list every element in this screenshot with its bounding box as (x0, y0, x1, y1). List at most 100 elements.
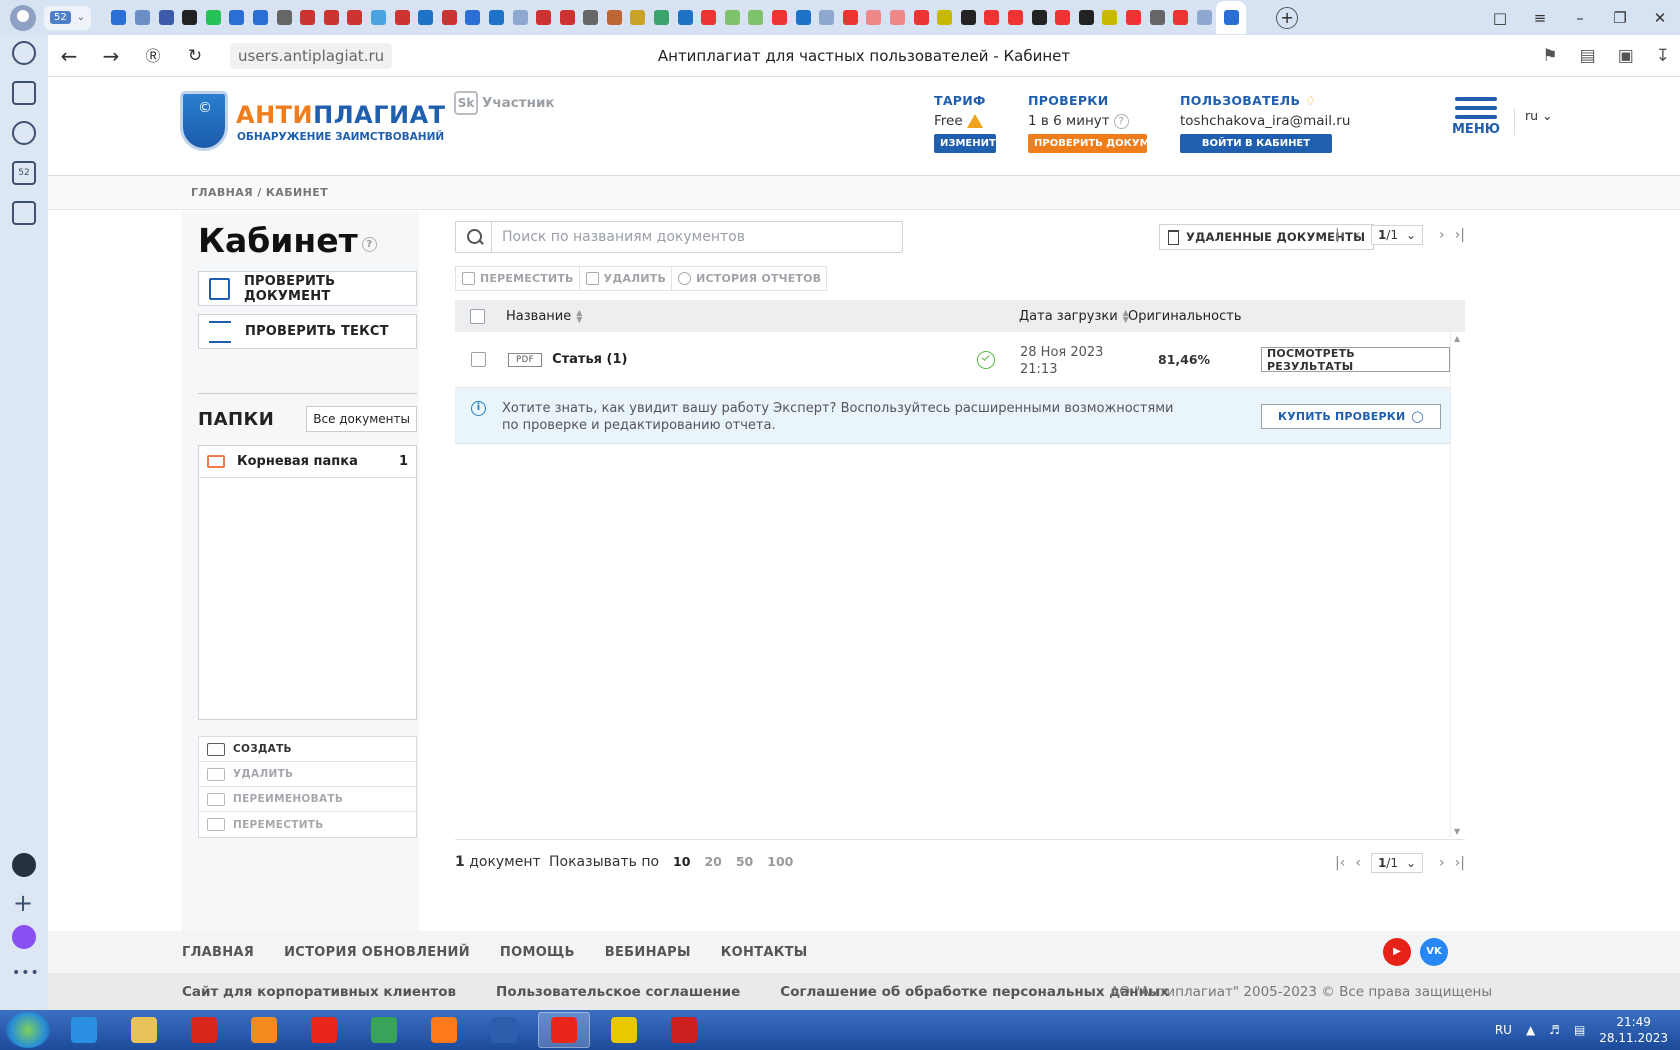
prev-page-icon[interactable]: ‹ (1355, 855, 1361, 871)
skolkovo-badge[interactable]: Sk Участник (454, 91, 555, 115)
tab-favicon-icon[interactable] (1173, 10, 1189, 25)
select-all-checkbox[interactable] (470, 308, 485, 324)
collections-icon[interactable]: □ (1480, 9, 1520, 27)
forward-icon[interactable]: → (90, 44, 132, 68)
delete-folder-button[interactable]: УДАЛИТЬ (199, 762, 416, 787)
tab-favicon-icon[interactable] (512, 10, 528, 25)
tab-favicon-icon[interactable] (441, 10, 457, 25)
tab-favicon-icon[interactable] (819, 10, 835, 25)
view-results-button[interactable]: ПОСМОТРЕТЬ РЕЗУЛЬТАТЫ (1261, 347, 1450, 373)
buy-checks-button[interactable]: КУПИТЬ ПРОВЕРКИ ◯ (1261, 404, 1441, 429)
tab-favicon-icon[interactable] (866, 10, 882, 25)
column-date[interactable]: Дата загрузки ▲ ▼ (1019, 309, 1129, 324)
footer-link[interactable]: ВЕБИНАРЫ (605, 945, 691, 960)
more-icon[interactable]: ••• (12, 965, 40, 981)
help-icon[interactable]: ? (1113, 113, 1129, 129)
footer-legal-link[interactable]: Пользовательское соглашение (496, 984, 740, 1000)
new-tab-icon[interactable]: + (1276, 6, 1299, 29)
tab-favicon-icon[interactable] (1102, 10, 1118, 25)
tab-favicon-icon[interactable] (583, 10, 599, 25)
folder-item[interactable]: Корневая папка 1 (199, 446, 416, 478)
video-icon[interactable] (12, 121, 36, 145)
tab-favicon-icon[interactable] (300, 10, 316, 25)
youtube-icon[interactable]: ▶ (1383, 938, 1411, 966)
tab-favicon-icon[interactable] (158, 10, 174, 25)
tab-favicon-icon[interactable] (229, 10, 245, 25)
tab-favicon-icon[interactable] (536, 10, 552, 25)
tab-favicon-icon[interactable] (1125, 10, 1141, 25)
close-window-icon[interactable]: ✕ (1640, 9, 1680, 27)
tab-favicon-icon[interactable] (135, 10, 151, 25)
tab-favicon-icon[interactable] (937, 10, 953, 25)
tab-favicon-icon[interactable] (1055, 10, 1071, 25)
tab-favicon-icon[interactable] (1007, 10, 1023, 25)
bookmark-icon[interactable]: ⚑ (1542, 46, 1557, 66)
tab-favicon-icon[interactable] (1078, 10, 1094, 25)
tab-favicon-icon[interactable] (960, 10, 976, 25)
tab-favicon-icon[interactable] (347, 10, 363, 25)
taskbar-app-icon[interactable] (178, 1012, 230, 1048)
tab-favicon-icon[interactable] (701, 10, 717, 25)
rename-folder-button[interactable]: ПЕРЕИМЕНОВАТЬ (199, 787, 416, 812)
active-tab[interactable] (1216, 1, 1247, 34)
counter-sidebar-icon[interactable]: 52 (12, 161, 36, 185)
tab-favicon-icon[interactable] (465, 10, 481, 25)
minimize-icon[interactable]: – (1560, 9, 1600, 27)
extension-icon[interactable]: ▣ (1618, 46, 1634, 66)
network-icon[interactable]: ▤ (1574, 1023, 1585, 1037)
taskbar-app-icon[interactable] (118, 1012, 170, 1048)
start-button[interactable] (6, 1012, 50, 1048)
search-input[interactable] (492, 229, 892, 245)
tab-favicon-icon[interactable] (654, 10, 670, 25)
table-row[interactable]: PDF Статья (1) 28 Ноя 2023 21:13 81,46% П… (455, 332, 1450, 388)
page-size-option[interactable]: 20 (704, 854, 721, 870)
footer-link[interactable]: ПОМОЩЬ (500, 945, 575, 960)
tab-favicon-icon[interactable] (182, 10, 198, 25)
footer-link[interactable]: ГЛАВНАЯ (182, 945, 254, 960)
delete-document-button[interactable]: УДАЛИТЬ (580, 267, 673, 290)
menu-icon[interactable]: ≡ (1520, 9, 1560, 27)
tab-favicon-icon[interactable] (606, 10, 622, 25)
taskbar-app-icon[interactable] (358, 1012, 410, 1048)
report-history-button[interactable]: ИСТОРИЯ ОТЧЕТОВ (672, 267, 826, 290)
taskbar-app-icon[interactable] (298, 1012, 350, 1048)
tab-favicon-icon[interactable] (890, 10, 906, 25)
menu-button[interactable]: МЕНЮ (1452, 97, 1500, 137)
search-icon[interactable] (456, 222, 492, 252)
tab-favicon-icon[interactable] (724, 10, 740, 25)
tab-favicon-icon[interactable] (677, 10, 693, 25)
yandex-icon[interactable]: Ⓡ (132, 45, 174, 66)
reload-icon[interactable]: ↻ (174, 46, 216, 66)
page-select[interactable]: 1/1 ⌄ (1370, 853, 1424, 873)
page-size-option[interactable]: 100 (767, 854, 793, 870)
screenshot-icon[interactable] (12, 201, 36, 225)
row-checkbox[interactable] (471, 352, 486, 367)
column-name[interactable]: Название ▲ ▼ (506, 309, 582, 324)
help-icon[interactable]: ? (361, 237, 377, 252)
tab-counter[interactable]: 52 ⌄ (44, 5, 92, 30)
restore-icon[interactable]: ❐ (1600, 9, 1640, 27)
tab-favicon-icon[interactable] (1031, 10, 1047, 25)
page-size-option[interactable]: 10 (673, 854, 690, 870)
move-folder-button[interactable]: ПЕРЕМЕСТИТЬ (199, 812, 416, 837)
tab-favicon-icon[interactable] (370, 10, 386, 25)
download-icon[interactable]: ↧ (1656, 46, 1670, 66)
chevron-down-icon[interactable]: ⌄ (77, 12, 85, 23)
check-document-button[interactable]: ПРОВЕРИТЬ ДОКУМЕНТ (198, 271, 417, 306)
tab-favicon-icon[interactable] (418, 10, 434, 25)
tab-favicon-icon[interactable] (630, 10, 646, 25)
tab-favicon-icon[interactable] (913, 10, 929, 25)
last-page-icon[interactable]: ›| (1455, 855, 1465, 871)
taskbar-app-icon[interactable] (538, 1012, 590, 1048)
table-scrollbar[interactable]: ▲ ▼ (1450, 332, 1465, 838)
taskbar-app-icon[interactable] (418, 1012, 470, 1048)
back-icon[interactable]: ← (48, 44, 90, 68)
scroll-down-icon[interactable]: ▼ (1454, 827, 1460, 836)
tab-favicon-icon[interactable] (984, 10, 1000, 25)
add-panel-icon[interactable]: + (13, 889, 33, 917)
antiplagiat-logo[interactable]: © АНТИПЛАГИАТ ОБНАРУЖЕНИЕ ЗАИМСТВОВАНИЙ (180, 91, 445, 155)
first-page-icon[interactable]: |‹ (1335, 855, 1345, 871)
tab-favicon-icon[interactable] (1149, 10, 1165, 25)
last-page-icon[interactable]: ›| (1455, 227, 1465, 243)
footer-link[interactable]: КОНТАКТЫ (721, 945, 808, 960)
